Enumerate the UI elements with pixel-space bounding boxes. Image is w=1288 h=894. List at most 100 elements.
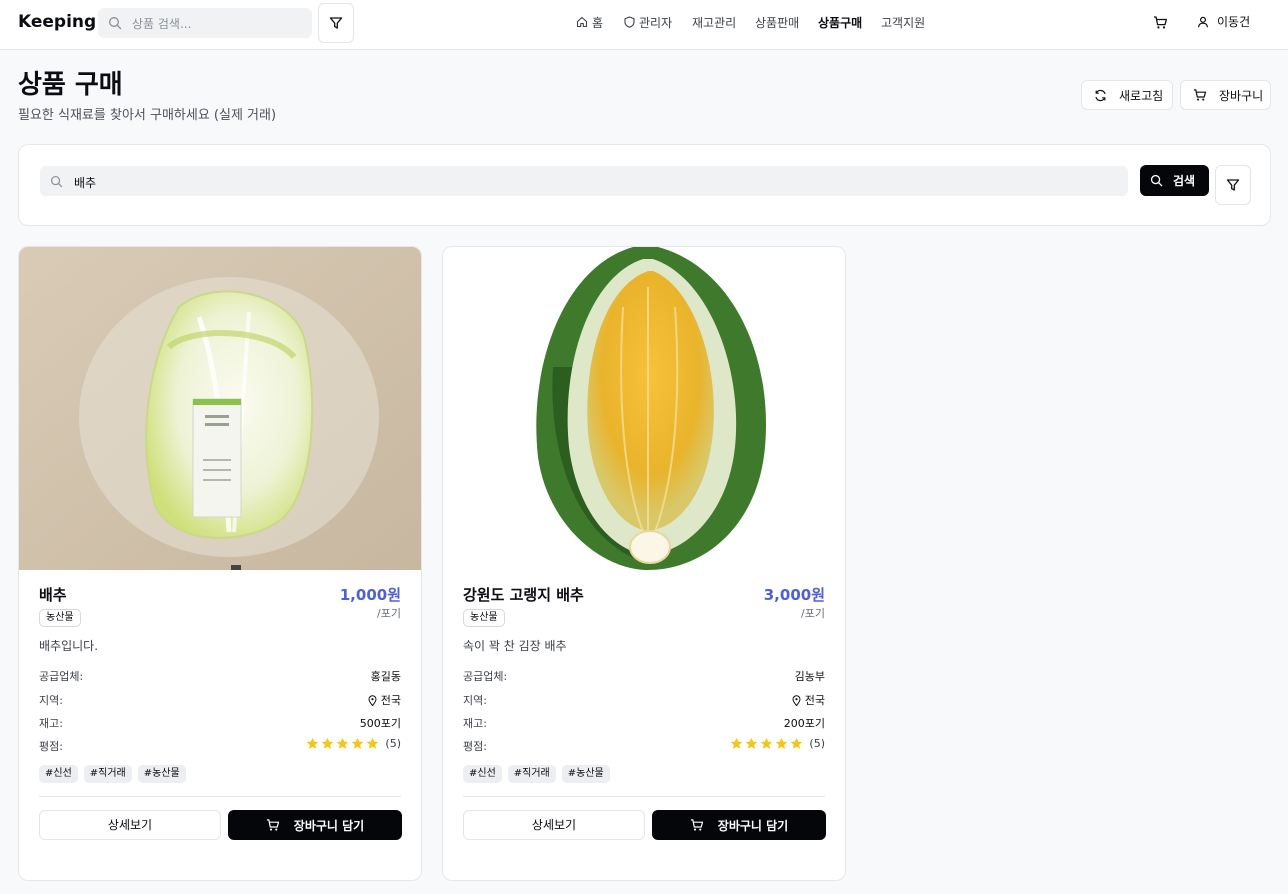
supplier-name: 홍길동 xyxy=(370,670,401,683)
tag[interactable]: #신선 xyxy=(463,765,502,783)
rating-stars: (5) xyxy=(730,737,825,750)
rating-stars: (5) xyxy=(306,737,401,750)
star-icon xyxy=(776,737,788,749)
stock-label: 재고: xyxy=(463,717,487,730)
nav-admin-label: 관리자 xyxy=(639,15,673,30)
product-card: 강원도 고랭지 배추 3,000원 /포기 농산물 속이 꽉 찬 김장 배추 공… xyxy=(442,246,846,881)
nav-purchase-label: 상품구매 xyxy=(818,15,863,30)
star-icon xyxy=(322,737,334,749)
star-icon xyxy=(367,737,379,749)
region-name: 전국 xyxy=(380,694,401,707)
cart-button[interactable]: 장바구니 xyxy=(1180,80,1271,110)
star-icon xyxy=(337,737,349,749)
supplier-label: 공급업체: xyxy=(463,670,508,683)
nav-inventory-label: 재고관리 xyxy=(692,15,737,30)
nav-home-label: 홈 xyxy=(592,15,604,30)
tag[interactable]: #농산물 xyxy=(137,765,186,783)
product-card: 배추 1,000원 /포기 농산물 배추입니다. 공급업체: 홍길동 지역: 전… xyxy=(18,246,422,881)
nav-sales-label: 상품판매 xyxy=(755,15,800,30)
refresh-label: 새로고침 xyxy=(1119,88,1164,103)
supplier-name: 김농부 xyxy=(794,670,825,683)
add-to-cart-label: 장바구니 담기 xyxy=(717,818,789,833)
tag-list: #신선 #직거래 #농산물 xyxy=(463,765,610,783)
nav-home[interactable]: 홈 xyxy=(576,13,603,31)
tag[interactable]: #직거래 xyxy=(83,765,132,783)
supplier-value: 홍길동 xyxy=(371,668,401,684)
page-title: 상품 구매 xyxy=(18,70,123,100)
brand-logo[interactable]: Keeping xyxy=(18,12,96,32)
nav-sales[interactable]: 상품판매 xyxy=(755,13,799,31)
stock-amount: 500포기 xyxy=(359,717,401,730)
cart-icon xyxy=(266,819,279,831)
header-filter-button[interactable] xyxy=(318,3,354,43)
search-icon xyxy=(50,175,63,188)
search-icon xyxy=(109,17,122,30)
star-icon xyxy=(731,737,743,749)
star-icon xyxy=(791,737,803,749)
product-name: 강원도 고랭지 배추 xyxy=(463,586,584,604)
star-icon xyxy=(761,737,773,749)
user-name: 이동건 xyxy=(1217,15,1251,29)
nav-purchase[interactable]: 상품구매 xyxy=(818,13,862,31)
nav-admin[interactable]: 관리자 xyxy=(624,13,672,31)
star-icon xyxy=(746,737,758,749)
user-menu[interactable]: 이동건 xyxy=(1197,13,1250,30)
add-to-cart-label: 장바구니 담기 xyxy=(293,818,365,833)
product-price: 1,000원 xyxy=(339,586,401,604)
divider xyxy=(463,796,825,797)
region-value: 전국 xyxy=(368,692,401,708)
view-details-button[interactable]: 상세보기 xyxy=(39,810,221,840)
filter-button[interactable] xyxy=(1215,165,1251,205)
header-search-input[interactable]: 상품 검색... xyxy=(98,8,312,38)
tag[interactable]: #농산물 xyxy=(561,765,610,783)
product-name: 배추 xyxy=(39,586,67,604)
region-value: 전국 xyxy=(792,692,825,708)
product-description: 속이 꽉 찬 김장 배추 xyxy=(463,639,567,653)
rating-count: (5) xyxy=(809,737,825,750)
stock-label: 재고: xyxy=(39,717,63,730)
product-search-value: 배추 xyxy=(74,176,97,190)
product-image-napa-cabbage-packaged[interactable] xyxy=(19,247,421,570)
location-pin-icon xyxy=(368,694,377,706)
product-unit: /포기 xyxy=(377,607,401,620)
nav-support-label: 고객지원 xyxy=(881,15,926,30)
refresh-button[interactable]: 새로고침 xyxy=(1081,80,1173,110)
stock-value: 500포기 xyxy=(360,715,401,731)
region-label: 지역: xyxy=(39,694,63,707)
cart-icon[interactable] xyxy=(1153,15,1168,30)
cart-icon xyxy=(1193,89,1207,101)
header-search-placeholder: 상품 검색... xyxy=(132,17,192,31)
refresh-icon xyxy=(1095,89,1106,101)
search-icon xyxy=(1150,174,1163,187)
supplier-label: 공급업체: xyxy=(39,670,84,683)
nav-support[interactable]: 고객지원 xyxy=(881,13,925,31)
user-icon xyxy=(1197,16,1209,27)
category-badge: 농산물 xyxy=(39,609,81,627)
top-navigation-bar: Keeping 상품 검색... 홈 관리자 재고관리 상품판매 상품구매 고객… xyxy=(0,0,1288,50)
nav-inventory[interactable]: 재고관리 xyxy=(692,13,736,31)
product-search-input[interactable]: 배추 xyxy=(40,166,1128,196)
divider xyxy=(39,796,401,797)
tag[interactable]: #직거래 xyxy=(507,765,556,783)
search-button[interactable]: 검색 xyxy=(1140,165,1209,196)
stock-value: 200포기 xyxy=(784,715,825,731)
page-subtitle: 필요한 식재료를 찾아서 구매하세요 (실제 거래) xyxy=(18,108,277,123)
add-to-cart-button[interactable]: 장바구니 담기 xyxy=(652,810,826,840)
rating-label: 평점: xyxy=(39,740,63,753)
search-panel: 배추 검색 xyxy=(18,144,1271,226)
rating-count: (5) xyxy=(385,737,401,750)
star-icon xyxy=(307,737,319,749)
product-unit: /포기 xyxy=(801,607,825,620)
product-image-napa-cabbage-halved[interactable] xyxy=(443,247,845,570)
location-pin-icon xyxy=(792,694,801,706)
tag[interactable]: #신선 xyxy=(39,765,78,783)
shield-icon xyxy=(624,16,635,28)
add-to-cart-button[interactable]: 장바구니 담기 xyxy=(228,810,402,840)
view-details-button[interactable]: 상세보기 xyxy=(463,810,645,840)
cart-icon xyxy=(690,819,703,831)
star-icon xyxy=(352,737,364,749)
search-button-label: 검색 xyxy=(1173,174,1196,188)
supplier-value: 김농부 xyxy=(795,668,825,684)
product-description: 배추입니다. xyxy=(39,639,99,653)
region-label: 지역: xyxy=(463,694,487,707)
